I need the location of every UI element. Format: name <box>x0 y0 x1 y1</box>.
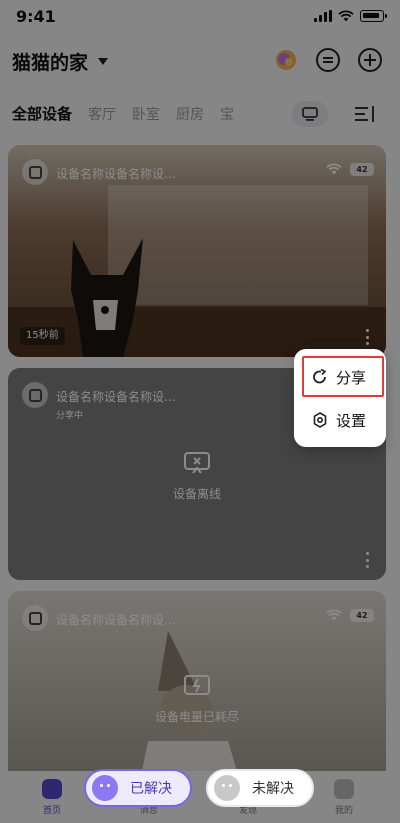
smile-face-icon <box>92 775 118 801</box>
app-screen: 9:41 猫猫的家 全部设备 客厅 卧室 厨房 宝 设备名称设备名称设... 4… <box>0 0 400 823</box>
settings-menu-item[interactable]: 设置 <box>294 400 386 440</box>
unresolved-label: 未解决 <box>252 781 294 797</box>
resolved-button[interactable]: 已解决 <box>84 769 192 807</box>
unresolved-button[interactable]: 未解决 <box>206 769 314 807</box>
share-highlight-box <box>302 356 384 397</box>
resolved-label: 已解决 <box>130 781 172 797</box>
settings-label: 设置 <box>336 411 367 430</box>
gear-icon <box>313 412 327 428</box>
sad-face-icon <box>214 775 240 801</box>
